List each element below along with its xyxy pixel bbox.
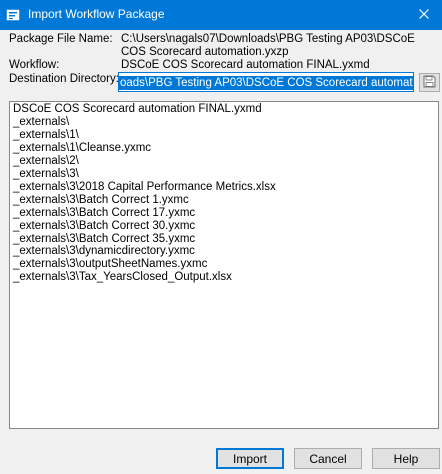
list-item[interactable]: _externals\3\ [13, 168, 435, 181]
import-workflow-package-dialog: Import Workflow Package Package File Nam… [0, 0, 442, 474]
list-item[interactable]: DSCoE COS Scorecard automation FINAL.yxm… [13, 103, 435, 116]
list-item[interactable]: _externals\3\Batch Correct 30.yxmc [13, 220, 435, 233]
list-item[interactable]: _externals\3\Batch Correct 1.yxmc [13, 194, 435, 207]
list-item[interactable]: _externals\3\outputSheetNames.yxmc [13, 258, 435, 271]
package-contents-list[interactable]: DSCoE COS Scorecard automation FINAL.yxm… [9, 101, 439, 429]
list-item[interactable]: _externals\3\dynamicdirectory.yxmc [13, 245, 435, 258]
title-bar[interactable]: Import Workflow Package [0, 0, 442, 30]
import-button[interactable]: Import [216, 448, 284, 469]
list-item[interactable]: _externals\3\Tax_YearsClosed_Output.xlsx [13, 271, 435, 284]
workflow-value: DSCoE COS Scorecard automation FINAL.yxm… [121, 59, 370, 71]
destination-directory-selected-text: oads\PBG Testing AP03\DSCoE COS Scorecar… [119, 76, 413, 90]
floppy-disk-icon [423, 75, 436, 91]
package-file-name-value: C:\Users\nagals07\Downloads\PBG Testing … [121, 33, 415, 58]
destination-directory-input[interactable]: oads\PBG Testing AP03\DSCoE COS Scorecar… [118, 72, 414, 92]
window-title: Import Workflow Package [28, 7, 165, 21]
list-item[interactable]: _externals\2\ [13, 155, 435, 168]
workflow-label: Workflow: [9, 59, 60, 71]
list-item[interactable]: _externals\1\ [13, 129, 435, 142]
help-button[interactable]: Help [372, 448, 440, 469]
list-item[interactable]: _externals\3\Batch Correct 17.yxmc [13, 207, 435, 220]
list-item[interactable]: _externals\3\2018 Capital Performance Me… [13, 181, 435, 194]
list-item[interactable]: _externals\ [13, 116, 435, 129]
package-file-name-label: Package File Name: [9, 33, 113, 45]
browse-directory-button[interactable] [419, 73, 440, 92]
list-item[interactable]: _externals\3\Batch Correct 35.yxmc [13, 233, 435, 246]
cancel-button[interactable]: Cancel [294, 448, 362, 469]
destination-directory-label: Destination Directory: [9, 73, 119, 85]
list-item[interactable]: _externals\1\Cleanse.yxmc [13, 142, 435, 155]
close-button[interactable] [406, 0, 442, 30]
app-icon [6, 8, 20, 22]
close-icon [419, 8, 429, 22]
